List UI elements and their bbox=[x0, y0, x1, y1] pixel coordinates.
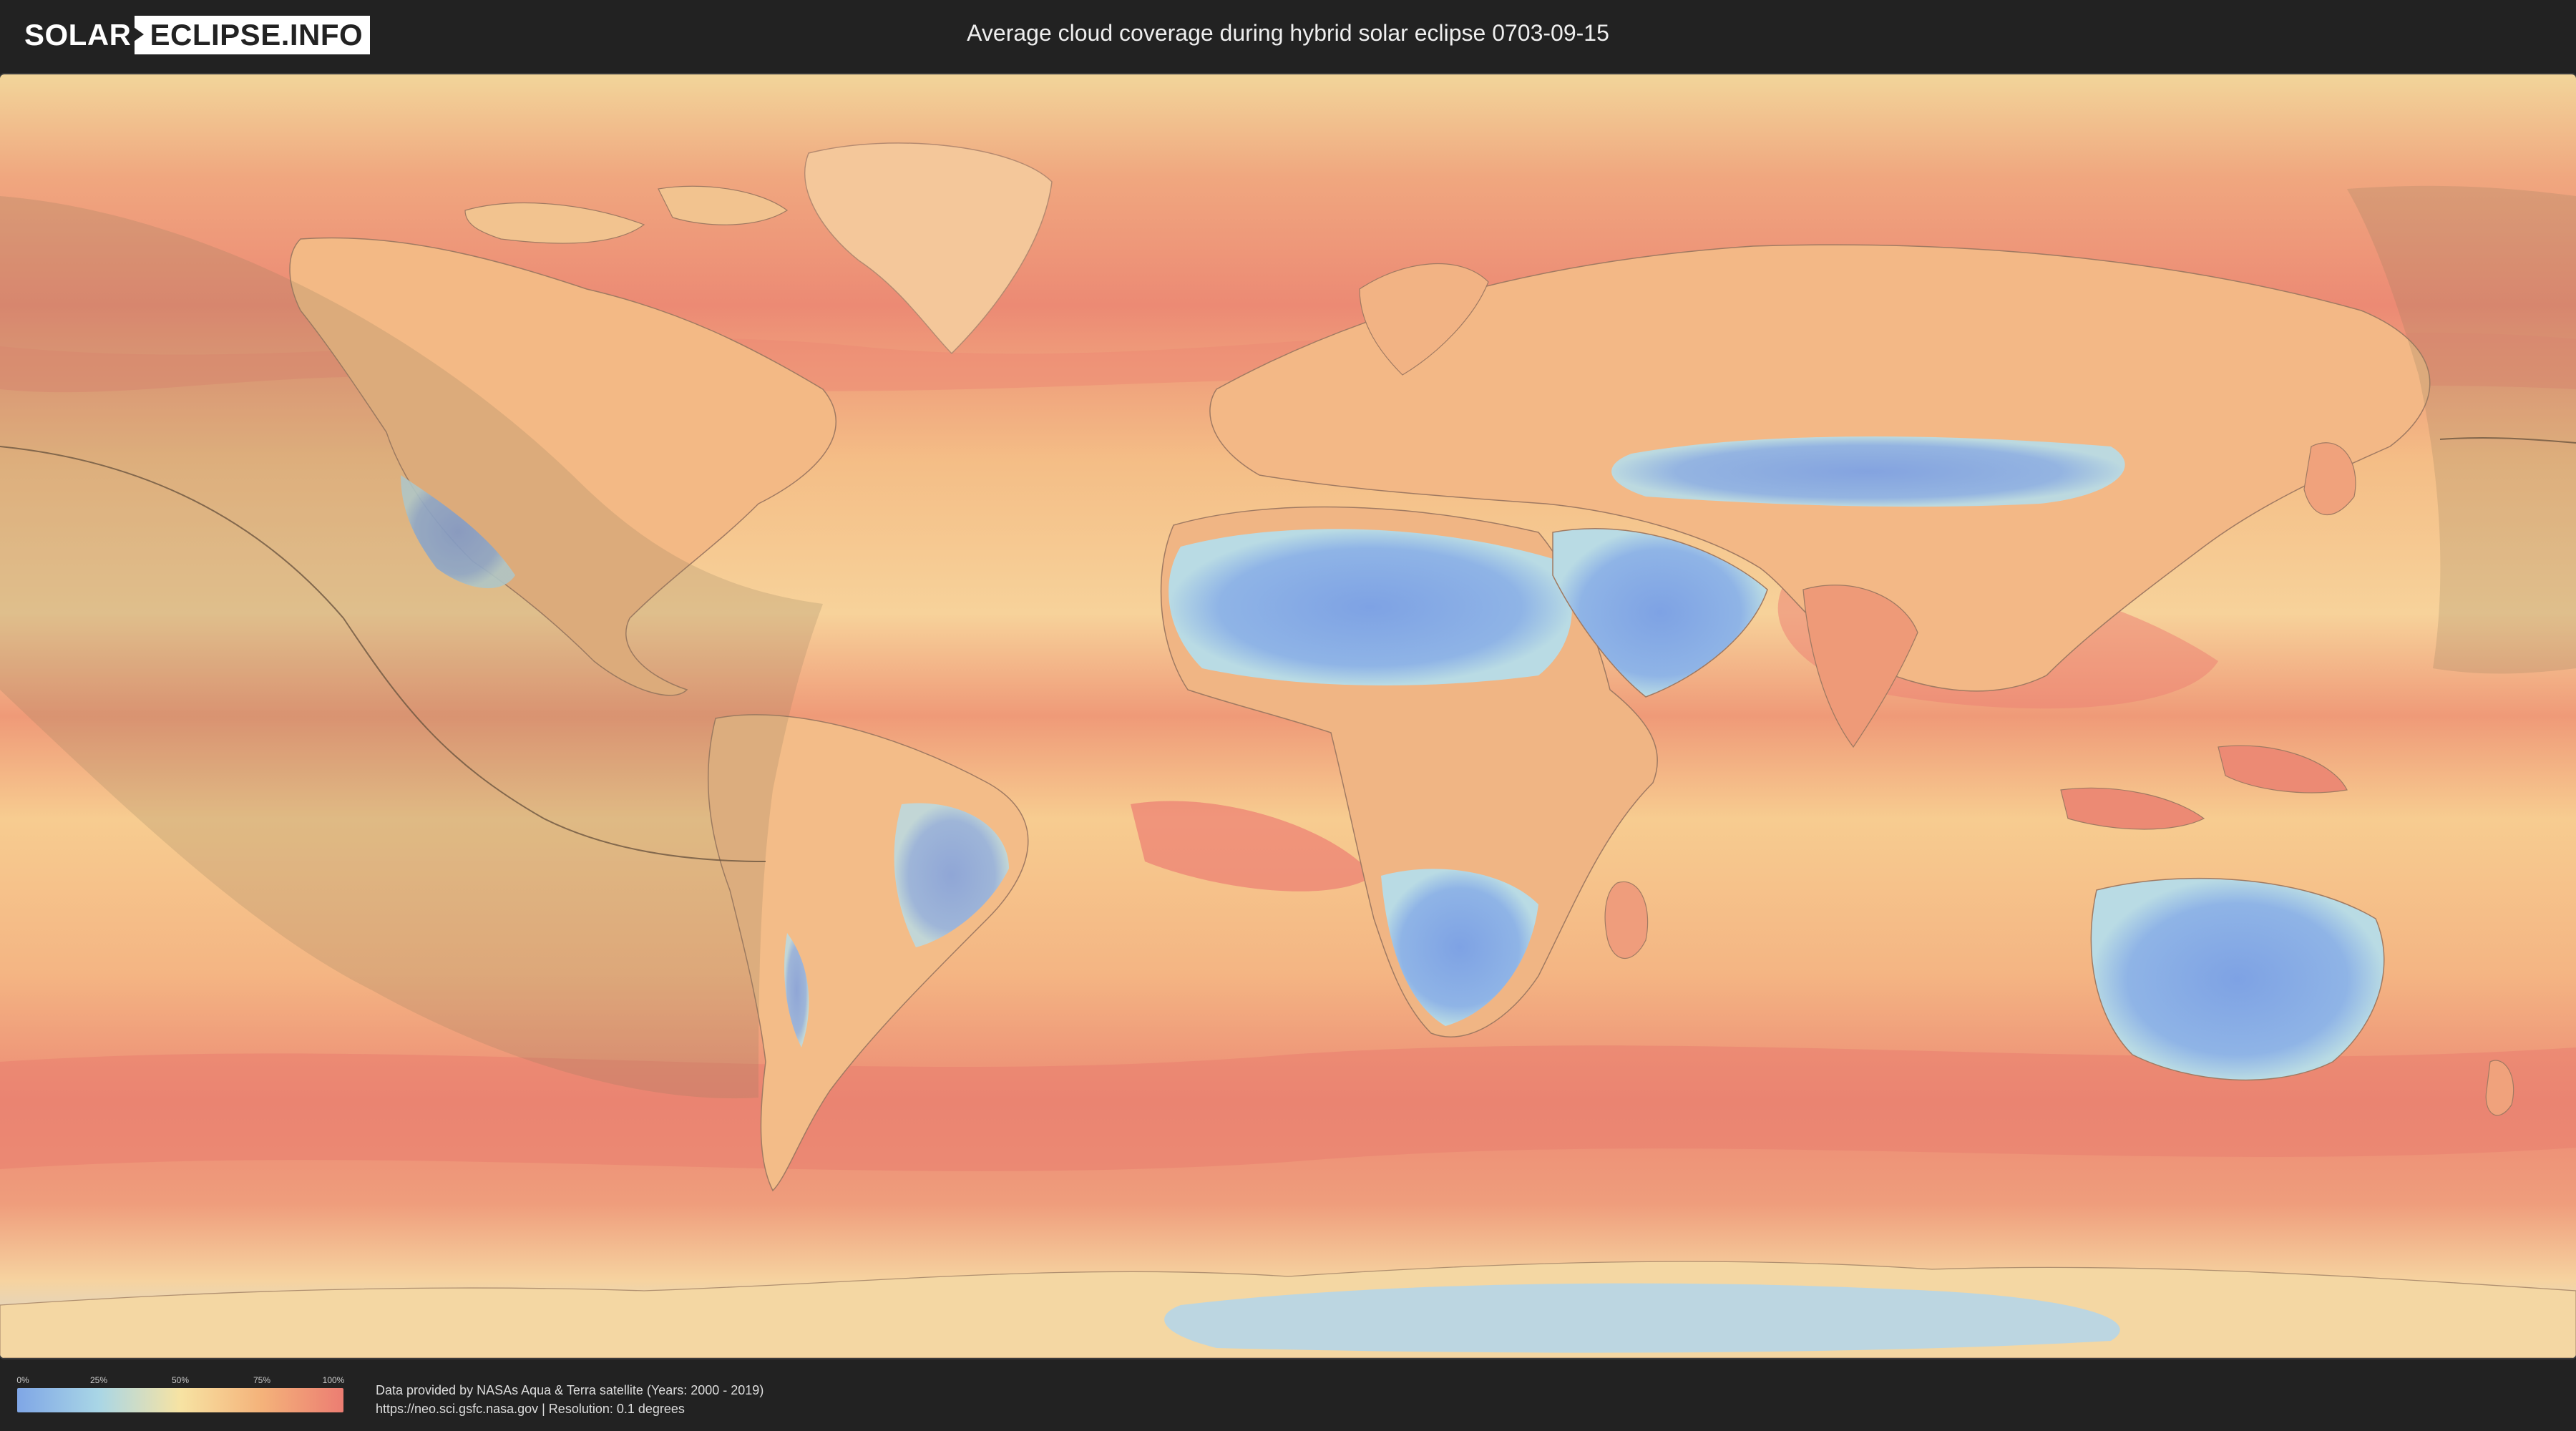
legend-tick-0: 0% bbox=[16, 1375, 29, 1385]
footer-bar: 0% 25% 50% 75% 100% Data provided by NAS… bbox=[0, 1359, 2576, 1431]
header-bar: SOLAR ECLIPSE.INFO Average cloud coverag… bbox=[0, 0, 2576, 72]
legend-color-bar bbox=[17, 1388, 343, 1412]
legend-tick-100: 100% bbox=[322, 1375, 345, 1385]
cloud-coverage-map bbox=[0, 74, 2576, 1358]
page-title: Average cloud coverage during hybrid sol… bbox=[967, 20, 1609, 46]
data-credits: Data provided by NASAs Aqua & Terra sate… bbox=[376, 1381, 763, 1418]
cloud-coverage-legend: 0% 25% 50% 75% 100% bbox=[16, 1375, 345, 1412]
legend-tick-75: 75% bbox=[253, 1375, 271, 1385]
legend-ticks: 0% 25% 50% 75% 100% bbox=[16, 1375, 345, 1388]
central-asia-clear-region bbox=[1611, 436, 2125, 507]
legend-tick-25: 25% bbox=[89, 1375, 108, 1385]
world-map-svg bbox=[0, 74, 2576, 1358]
sahara-clear-region bbox=[1169, 529, 1572, 685]
legend-tick-50: 50% bbox=[171, 1375, 190, 1385]
credit-line-source: Data provided by NASAs Aqua & Terra sate… bbox=[376, 1383, 764, 1397]
credit-line-url[interactable]: https://neo.sci.gsfc.nasa.gov | Resoluti… bbox=[376, 1400, 763, 1418]
australia bbox=[2090, 877, 2385, 1081]
